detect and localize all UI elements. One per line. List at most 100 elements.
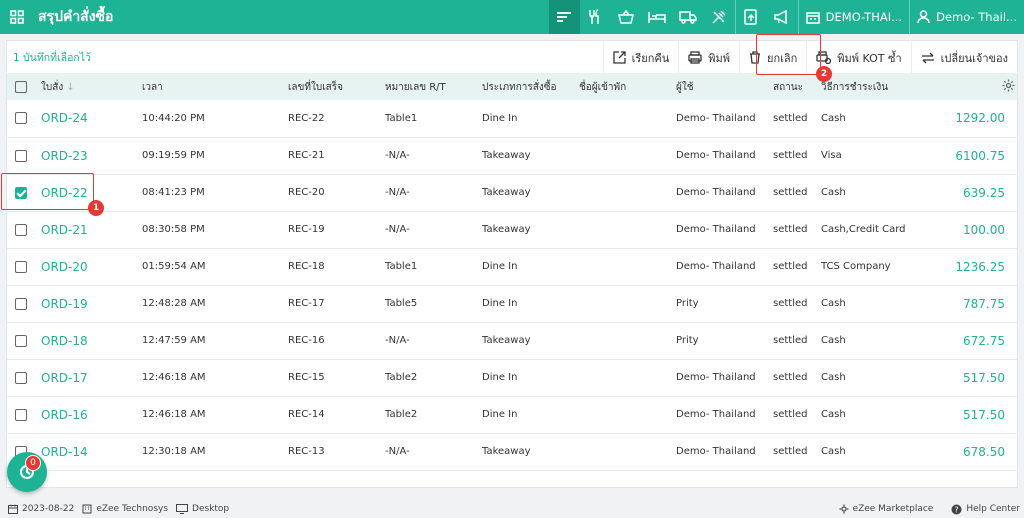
sort-arrow-icon[interactable]: ↓ xyxy=(66,82,74,93)
fork-knife-icon[interactable] xyxy=(580,0,611,34)
order-id-link[interactable]: ORD-20 xyxy=(41,248,142,285)
bed-icon[interactable] xyxy=(642,0,673,34)
order-list-icon[interactable] xyxy=(548,0,580,34)
basket-icon[interactable] xyxy=(611,0,642,34)
cell-payment: Cash xyxy=(821,446,846,457)
row-checkbox[interactable] xyxy=(15,334,27,347)
footer-company: eZee Technosys xyxy=(96,504,169,514)
table-row[interactable]: ORD-22 08:41:23 PM REC-20 -N/A- Takeaway Demo… xyxy=(7,174,1017,211)
cell-order-type: Dine In xyxy=(482,409,518,420)
table-row[interactable]: ORD-20 01:59:54 AM REC-18 Table1 Dine In Demo… xyxy=(7,248,1017,285)
cell-receipt: REC-14 xyxy=(288,409,325,420)
order-id-link[interactable]: ORD-24 xyxy=(41,100,142,137)
order-id-link[interactable]: ORD-23 xyxy=(41,137,142,174)
list-toolbar: 1 บันทึกที่เลือกไว้ เรียกคืน พิมพ์ ยกเลิ… xyxy=(7,41,1017,74)
row-checkbox[interactable] xyxy=(15,260,27,273)
cell-order-type: Takeaway xyxy=(482,446,531,457)
apps-grid-icon[interactable] xyxy=(0,0,34,34)
printer-icon xyxy=(688,51,702,64)
table-row[interactable]: ORD-17 12:46:18 AM REC-15 Table2 Dine In Demo… xyxy=(7,359,1017,396)
cell-guest xyxy=(579,322,676,359)
cell-payment: TCS Company xyxy=(821,261,891,272)
order-id-link[interactable]: ORD-19 xyxy=(41,285,142,322)
cell-status: settled xyxy=(773,372,808,383)
cell-user: Demo- Thailand xyxy=(676,372,756,383)
settings-gear-icon[interactable] xyxy=(1002,79,1015,92)
cell-user: Demo- Thailand xyxy=(676,112,756,124)
delivery-truck-icon[interactable] xyxy=(673,0,704,34)
print-button[interactable]: พิมพ์ xyxy=(678,41,739,74)
cell-guest xyxy=(579,285,676,322)
cell-amount: 678.50 xyxy=(963,444,1005,459)
tools-icon[interactable] xyxy=(704,0,735,34)
row-checkbox[interactable] xyxy=(15,112,27,125)
cell-status: settled xyxy=(773,112,808,124)
row-checkbox[interactable] xyxy=(15,297,27,310)
cell-user: Demo- Thailand xyxy=(676,409,756,420)
cell-receipt: REC-21 xyxy=(288,150,325,161)
column-header-user: ผู้ใช้ xyxy=(676,81,694,93)
cell-select xyxy=(7,322,41,359)
cell-receipt: REC-22 xyxy=(288,112,325,124)
cell-order-type: Takeaway xyxy=(482,150,531,161)
table-row[interactable]: ORD-19 12:48:28 AM REC-17 Table5 Dine In Prit… xyxy=(7,285,1017,322)
hotel-icon xyxy=(805,12,820,24)
cell-select xyxy=(7,359,41,396)
table-row[interactable]: ORD-14 12:30:18 AM REC-13 -N/A- Takeaway Demo… xyxy=(7,433,1017,470)
row-checkbox[interactable] xyxy=(15,149,27,162)
cell-payment: Cash xyxy=(821,187,846,198)
cell-amount: 672.75 xyxy=(963,333,1005,348)
property-selector[interactable]: DEMO-THAI... xyxy=(799,0,909,34)
table-row[interactable]: ORD-23 09:19:59 PM REC-21 -N/A- Takeaway Demo… xyxy=(7,137,1017,174)
cell-guest xyxy=(579,100,676,137)
table-row[interactable]: ORD-16 12:46:18 AM REC-14 Table2 Dine In Demo… xyxy=(7,396,1017,433)
calendar-icon xyxy=(8,504,18,514)
table-row[interactable]: ORD-24 10:44:20 PM REC-22 Table1 Dine In Demo… xyxy=(7,100,1017,137)
order-id-link[interactable]: ORD-14 xyxy=(41,433,142,470)
cell-select xyxy=(7,211,41,248)
cell-status: settled xyxy=(773,224,808,235)
table-row[interactable]: ORD-18 12:47:59 AM REC-16 -N/A- Takeaway Prit… xyxy=(7,322,1017,359)
table-row[interactable]: ORD-21 08:30:58 PM REC-19 -N/A- Takeaway Demo… xyxy=(7,211,1017,248)
open-external-icon xyxy=(612,51,626,64)
select-all-checkbox[interactable] xyxy=(15,81,27,93)
order-id-link[interactable]: ORD-16 xyxy=(41,396,142,433)
cell-receipt: REC-17 xyxy=(288,298,325,309)
user-menu[interactable]: Demo- Thail... xyxy=(910,0,1024,34)
reprint-kot-label: พิมพ์ KOT ซ้ำ xyxy=(837,51,902,65)
row-checkbox[interactable] xyxy=(15,223,27,236)
help-center-link[interactable]: ? Help Center xyxy=(951,504,1020,515)
cell-guest xyxy=(579,174,676,211)
cell-time: 08:41:23 PM xyxy=(142,187,205,198)
cell-select xyxy=(7,285,41,322)
cell-amount: 100.00 xyxy=(963,222,1005,237)
cell-guest xyxy=(579,137,676,174)
row-checkbox[interactable] xyxy=(15,408,27,421)
cell-rt: -N/A- xyxy=(385,335,410,346)
order-id-link[interactable]: ORD-18 xyxy=(41,322,142,359)
column-header-order[interactable]: ใบสั่ง ↓ xyxy=(41,74,142,100)
announcement-icon[interactable] xyxy=(767,0,798,34)
status-footer: 2023-08-22 eZee Technosys Desktop eZee M… xyxy=(0,500,1024,518)
change-owner-button[interactable]: เปลี่ยนเจ้าของ xyxy=(910,41,1017,74)
order-id-link[interactable]: ORD-17 xyxy=(41,359,142,396)
order-list-card: 1 บันทึกที่เลือกไว้ เรียกคืน พิมพ์ ยกเลิ… xyxy=(6,40,1018,488)
cell-rt: Table2 xyxy=(385,372,418,383)
recall-label: เรียกคืน xyxy=(631,51,670,65)
cell-payment: Cash,Credit Card xyxy=(821,224,906,235)
orders-table: ใบสั่ง ↓ เวลา เลขที่ใบเสร็จ หมายเลข R/T … xyxy=(7,74,1017,471)
cell-status: settled xyxy=(773,298,808,309)
cell-order-type: Takeaway xyxy=(482,187,531,198)
cell-status: settled xyxy=(773,409,808,420)
column-header-rt: หมายเลข R/T xyxy=(385,81,446,93)
selected-count: 1 บันทึกที่เลือกไว้ xyxy=(13,51,91,64)
recall-button[interactable]: เรียกคืน xyxy=(602,41,679,74)
order-id-link[interactable]: ORD-21 xyxy=(41,211,142,248)
cell-rt: -N/A- xyxy=(385,446,410,457)
export-doc-icon[interactable] xyxy=(736,0,767,34)
cell-receipt: REC-18 xyxy=(288,261,325,272)
svg-text:?: ? xyxy=(955,505,959,514)
column-header-receipt: เลขที่ใบเสร็จ xyxy=(288,81,343,93)
row-checkbox[interactable] xyxy=(15,371,27,384)
marketplace-link[interactable]: eZee Marketplace xyxy=(839,504,933,514)
